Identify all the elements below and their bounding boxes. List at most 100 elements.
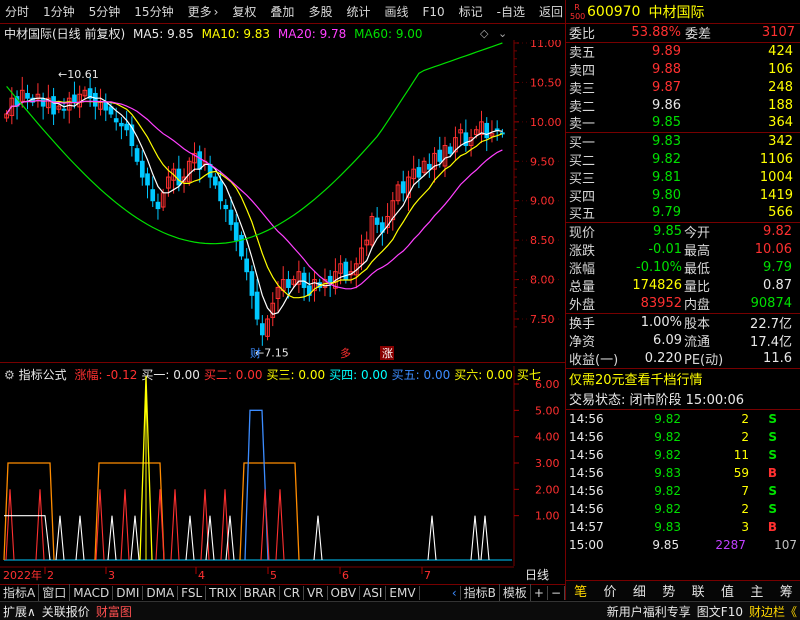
bid-row[interactable]: 买二 9.82 1106 [566, 151, 800, 169]
expand-button[interactable]: 扩展∧ [0, 603, 39, 620]
candlestick-chart[interactable]: 11.0010.5010.009.509.008.508.007.50 ←10.… [0, 40, 565, 362]
candle-body [223, 204, 229, 210]
indicator-tab[interactable]: ‹ [449, 585, 461, 600]
ask-row[interactable]: 卖二 9.86 188 [566, 96, 800, 115]
btn-huaxian[interactable]: 画线 [379, 3, 413, 20]
tick-row: 14:56 9.82 11 S [566, 446, 800, 464]
btn-diejia[interactable]: 叠加 [265, 3, 299, 20]
f10-button[interactable]: 图文F10 [694, 603, 746, 620]
tab-15min[interactable]: 15分钟 [129, 3, 178, 20]
indicator-tab[interactable]: 模板 [500, 584, 531, 601]
detail-tab[interactable]: 主 [750, 581, 763, 600]
indicator-tab[interactable]: − [548, 585, 565, 600]
indicator-tabs: 指标A 窗口 MACD DMI DMA FSL TRIX BRAR CR VR OBV ASI EMV ‹… [0, 584, 565, 601]
tab-5min[interactable]: 5分钟 [84, 3, 126, 20]
detail-tab[interactable]: 价 [604, 581, 617, 600]
indicator-tab[interactable]: 指标A [0, 584, 40, 601]
fund-stat-row: 净资 6.09 流通 17.4亿 [566, 332, 800, 350]
btn-f10[interactable]: F10 [417, 5, 449, 19]
quote-stat-value: 9.85 [653, 224, 682, 240]
detail-tab[interactable]: 联 [692, 581, 705, 600]
btn-duogu[interactable]: 多股 [303, 3, 337, 20]
indicator-tab[interactable]: OBV [328, 585, 361, 600]
bid-row[interactable]: 买三 9.81 1004 [566, 168, 800, 187]
collapse-icon[interactable]: ⌄ [498, 27, 507, 40]
tick-list[interactable]: 14:56 9.82 2 S 14:56 9.82 2 S 14:56 9.82 11 S 14:56 9… [566, 410, 800, 554]
indicator-tab[interactable]: ASI [360, 585, 387, 600]
finance-marker[interactable]: 财 [250, 346, 261, 360]
quote-stat-key2: 最高 [684, 244, 711, 260]
detail-tab[interactable]: 势 [662, 581, 675, 600]
candle-body [447, 146, 453, 154]
tick-volume: 59 [733, 465, 749, 480]
btn-zixuan[interactable]: -自选 [492, 3, 530, 20]
detail-tab[interactable]: 值 [721, 581, 734, 600]
diamond-icon[interactable]: ◇ [480, 27, 488, 40]
wealth-chart-button[interactable]: 财富图 [93, 603, 135, 620]
candle-body [61, 108, 67, 111]
ask-row[interactable]: 卖四 9.88 106 [566, 61, 800, 79]
fund-stat-key2: 流通 [684, 335, 711, 351]
btn-fanhui[interactable]: 返回 [534, 3, 568, 20]
indicator-tab[interactable]: FSL [178, 585, 207, 600]
ma20-line [6, 99, 503, 290]
tab-1min[interactable]: 1分钟 [38, 3, 80, 20]
indicator-tab[interactable]: DMI [113, 585, 144, 600]
indicator-tab[interactable]: MACD [70, 585, 114, 600]
bid-volume: 566 [768, 205, 793, 221]
sidebar-toggle-button[interactable]: 财边栏《 [746, 603, 800, 620]
btn-biaoji[interactable]: 标记 [454, 3, 488, 20]
btn-fuquan[interactable]: 复权 [227, 3, 261, 20]
indicator-tab[interactable]: VR [304, 585, 328, 600]
tick-price: 9.82 [654, 447, 681, 462]
ask-row[interactable]: 卖三 9.87 248 [566, 78, 800, 97]
indicator-tab[interactable]: BRAR [241, 585, 281, 600]
bid-volume: 1004 [759, 169, 793, 185]
indicator-tab[interactable]: EMV [386, 585, 420, 600]
candle-body [416, 167, 422, 178]
indicator-tab[interactable]: + [531, 585, 548, 600]
ask-row[interactable]: 卖五 9.89 424 [566, 43, 800, 61]
indicator-tab[interactable]: CR [280, 585, 304, 600]
ind-orange-step [239, 462, 300, 561]
promo-row[interactable]: 仅需20元查看千档行情 [566, 369, 800, 389]
month-label: 6 [342, 569, 349, 582]
bid-row[interactable]: 买四 9.80 1419 [566, 186, 800, 205]
more-marker[interactable]: 多 [340, 346, 351, 360]
new-user-promo-link[interactable]: 新用户福利专享 [604, 603, 694, 620]
quote-stat-key: 总量 [569, 280, 596, 296]
chart-window-controls[interactable]: ◇ ⌄ [480, 27, 507, 40]
ask-label: 卖四 [569, 64, 596, 79]
tick-row: 15:00 9.85 2287 107 [566, 536, 800, 554]
indicator-chart[interactable]: 6.00 5.00 4.00 3.00 2.00 1.00 [0, 366, 565, 566]
tab-more[interactable]: 更多 › [183, 3, 224, 20]
tab-fenshi[interactable]: 分时 [0, 3, 34, 20]
detail-tab[interactable]: 细 [633, 581, 646, 600]
bid-row[interactable]: 买一 9.83 342 [566, 133, 800, 151]
ask-row[interactable]: 卖一 9.85 364 [566, 114, 800, 132]
related-quote-button[interactable]: 关联报价 [39, 603, 93, 620]
ind-red-peak [200, 489, 210, 561]
btn-tongji[interactable]: 统计 [341, 3, 375, 20]
indicator-tab[interactable]: 窗口 [39, 584, 71, 601]
ind-red-peak [220, 489, 230, 561]
bid-row[interactable]: 买五 9.79 566 [566, 204, 800, 222]
indicator-tab[interactable]: DMA [143, 585, 179, 600]
candle-body [124, 123, 129, 131]
month-label: 3 [108, 569, 115, 582]
candle-body [213, 176, 218, 186]
indicator-tab[interactable]: TRIX [206, 585, 241, 600]
weibi-value: 53.88% [631, 25, 681, 41]
ind-red-peak [35, 489, 45, 561]
candle-body [176, 168, 182, 186]
detail-tab[interactable]: 筹 [780, 581, 793, 600]
rise-marker[interactable]: 涨 [382, 347, 393, 360]
detail-tab[interactable]: 笔 [574, 581, 587, 600]
quote-stat-key2: 今开 [684, 226, 711, 242]
indicator-tab[interactable]: 指标B [461, 584, 500, 601]
ind-tick-label: 5.00 [535, 404, 560, 417]
quote-stat-key2: 最低 [684, 262, 711, 278]
tick-volume: 11 [733, 447, 749, 462]
promo-link[interactable]: 仅需20元查看千档行情 [569, 369, 703, 388]
candle-body [119, 122, 124, 127]
